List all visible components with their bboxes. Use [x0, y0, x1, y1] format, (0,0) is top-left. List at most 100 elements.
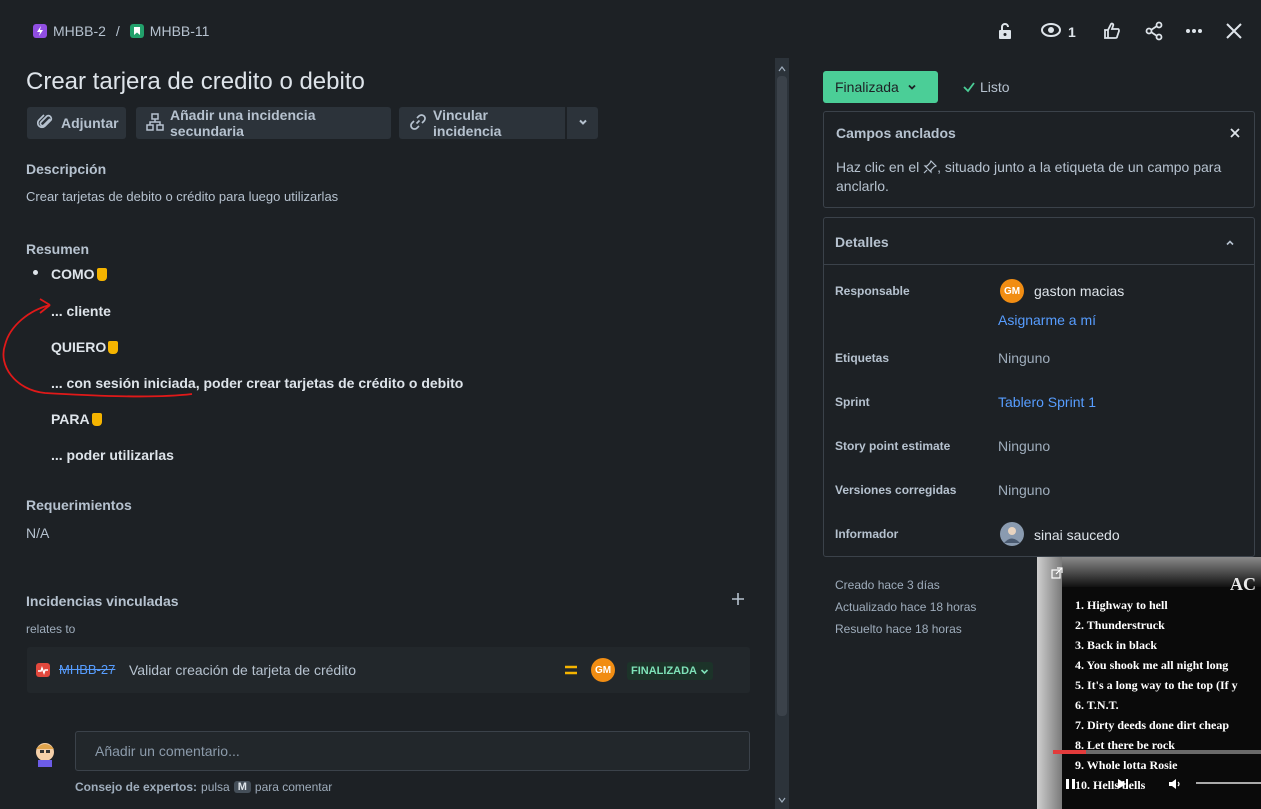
- chevron-down-icon: [908, 84, 916, 90]
- summary-line-1: COMO: [51, 266, 107, 282]
- priority-medium-icon: [564, 663, 578, 680]
- fix-versions-value[interactable]: Ninguno: [998, 482, 1050, 498]
- issue-title[interactable]: Crear tarjera de credito o debito: [26, 68, 365, 96]
- check-icon: [963, 82, 975, 93]
- bullet-dot: [33, 270, 38, 275]
- video-progress-track[interactable]: [1053, 750, 1261, 754]
- track-6: 6. T.N.T.: [1075, 698, 1119, 712]
- linked-issue-row[interactable]: MHBB-27 Validar creación de tarjeta de c…: [27, 647, 750, 693]
- linked-issue-key[interactable]: MHBB-27: [59, 662, 115, 677]
- assignee-name[interactable]: gaston macias: [1034, 283, 1124, 299]
- share-icon[interactable]: [1144, 21, 1164, 44]
- requirements-heading: Requerimientos: [26, 497, 132, 513]
- track-3: 3. Back in black: [1075, 638, 1158, 652]
- pointing-hand-icon: [91, 413, 102, 426]
- next-track-icon[interactable]: [1117, 777, 1129, 793]
- sprint-value[interactable]: Tablero Sprint 1: [998, 394, 1096, 410]
- track-2: 2. Thunderstruck: [1075, 618, 1165, 632]
- track-1: 1. Highway to hell: [1075, 598, 1168, 612]
- epic-icon: [33, 24, 47, 38]
- pointing-hand-icon: [96, 268, 107, 281]
- chevron-down-icon: [700, 668, 709, 674]
- lock-icon[interactable]: [996, 21, 1014, 41]
- requirements-text[interactable]: N/A: [26, 525, 49, 541]
- summary-heading: Resumen: [26, 241, 90, 257]
- hierarchy-icon: [146, 112, 164, 134]
- reporter-name[interactable]: sinai saucedo: [1034, 527, 1120, 543]
- assign-to-me-link[interactable]: Asignarme a mí: [998, 312, 1096, 328]
- breadcrumb-issue-link[interactable]: MHBB-11: [150, 23, 210, 39]
- track-4: 4. You shook me all night long: [1075, 658, 1229, 672]
- details-divider: [824, 264, 1254, 265]
- current-user-avatar: [31, 739, 59, 767]
- linked-issue-summary[interactable]: Validar creación de tarjeta de crédito: [129, 662, 356, 678]
- assignee-avatar: GM: [591, 658, 615, 682]
- breadcrumb-parent-link[interactable]: MHBB-2: [53, 23, 106, 39]
- pinned-fields-title: Campos anclados: [836, 125, 956, 141]
- fix-versions-label: Versiones corregidas: [835, 483, 957, 497]
- status-dropdown-button[interactable]: Finalizada: [823, 71, 938, 103]
- relation-label: relates to: [26, 622, 76, 636]
- link-issue-label: Vincular incidencia: [433, 107, 502, 139]
- details-card: [823, 217, 1255, 557]
- reporter-avatar: [1000, 522, 1024, 546]
- pinned-fields-card: Campos anclados Haz clic en el , situado…: [823, 111, 1255, 208]
- pin-icon: [923, 159, 938, 174]
- close-icon[interactable]: [1224, 21, 1244, 44]
- comment-placeholder: Añadir un comentario...: [95, 743, 240, 759]
- video-progress-fill: [1053, 750, 1087, 754]
- assignee-label: Responsable: [835, 284, 910, 298]
- linked-issue-status[interactable]: FINALIZADA: [627, 662, 713, 680]
- story-points-label: Story point estimate: [835, 439, 951, 453]
- track-9: 9. Whole lotta Rosie: [1075, 758, 1178, 772]
- track-7: 7. Dirty deeds done dirt cheap: [1075, 718, 1229, 732]
- breadcrumb: MHBB-2 / MHBB-11: [33, 23, 209, 39]
- updated-timestamp: Actualizado hace 18 horas: [835, 600, 977, 614]
- watch-button[interactable]: 1: [1040, 21, 1076, 42]
- track-5: 5. It's a long way to the top (If y: [1075, 678, 1238, 692]
- volume-icon[interactable]: [1168, 777, 1182, 793]
- dismiss-pinned-icon[interactable]: [1229, 126, 1241, 142]
- labels-label: Etiquetas: [835, 351, 890, 365]
- description-text[interactable]: Crear tarjetas de debito o crédito para …: [26, 189, 338, 204]
- main-scrollbar[interactable]: [775, 58, 789, 809]
- comment-tip: Consejo de expertos: pulsa M para coment…: [75, 780, 333, 794]
- link-issue-button[interactable]: Vincular incidencia: [399, 107, 565, 139]
- summary-line-5: PARA: [51, 411, 102, 427]
- labels-value[interactable]: Ninguno: [998, 350, 1050, 366]
- collapse-details-icon[interactable]: [1224, 236, 1236, 252]
- eye-icon: [1040, 21, 1062, 42]
- scrollbar-up-arrow[interactable]: [778, 60, 786, 76]
- track-10: 10. Hells bells: [1075, 778, 1146, 792]
- add-child-issue-button[interactable]: Añadir una incidencia secundaria: [136, 107, 391, 139]
- pause-icon[interactable]: [1065, 777, 1077, 793]
- summary-line-6: ... poder utilizarlas: [51, 447, 174, 463]
- bug-icon: [36, 663, 50, 677]
- assignee-avatar: GM: [1000, 279, 1024, 303]
- add-link-icon[interactable]: [730, 591, 746, 610]
- scrollbar-down-arrow[interactable]: [778, 791, 786, 807]
- volume-slider[interactable]: [1196, 782, 1261, 784]
- scrollbar-thumb[interactable]: [777, 76, 787, 716]
- chevron-down-icon: [577, 115, 589, 131]
- like-icon[interactable]: [1102, 21, 1122, 44]
- keyboard-key-m: M: [233, 781, 251, 793]
- description-heading: Descripción: [26, 161, 107, 177]
- details-title[interactable]: Detalles: [835, 234, 889, 250]
- story-points-value[interactable]: Ninguno: [998, 438, 1050, 454]
- sprint-label: Sprint: [835, 395, 870, 409]
- created-timestamp: Creado hace 3 días: [835, 578, 940, 592]
- more-toolbar-dropdown[interactable]: [567, 107, 598, 139]
- attach-button[interactable]: Adjuntar: [27, 107, 126, 139]
- paperclip-icon: [36, 113, 55, 134]
- red-annotation-arrow: [2, 298, 193, 398]
- more-actions-icon[interactable]: [1184, 21, 1204, 44]
- link-icon: [409, 113, 427, 134]
- attach-label: Adjuntar: [61, 115, 119, 131]
- comment-input[interactable]: Añadir un comentario...: [75, 731, 750, 771]
- story-icon: [129, 24, 144, 38]
- add-child-label: Añadir una incidencia secundaria: [170, 107, 316, 139]
- video-header-text: AC: [1230, 574, 1256, 594]
- popout-icon[interactable]: [1051, 566, 1063, 582]
- reporter-label: Informador: [835, 527, 899, 541]
